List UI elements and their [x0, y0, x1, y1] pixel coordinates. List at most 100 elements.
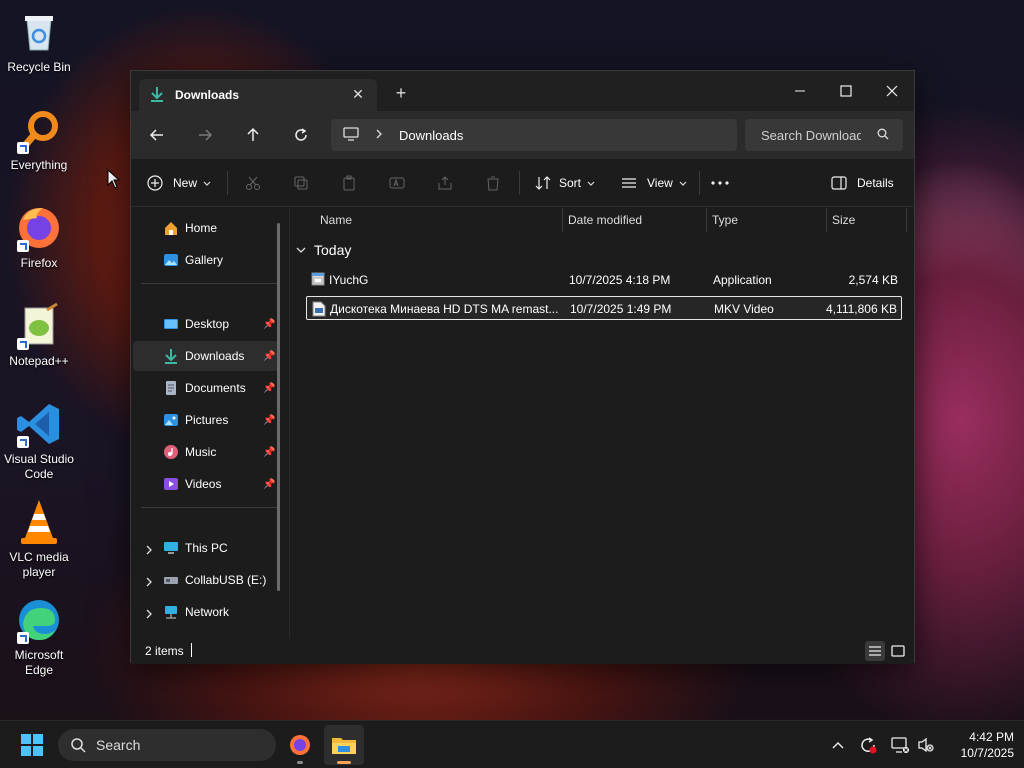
ellipsis-icon	[711, 181, 729, 185]
taskbar-firefox[interactable]	[280, 725, 320, 765]
pictures-folder-icon	[163, 412, 179, 428]
chevron-right-icon[interactable]	[145, 608, 153, 619]
notepad-plus-plus-icon	[15, 302, 63, 350]
sidebar-item-label: Pictures	[185, 413, 229, 427]
running-indicator	[337, 761, 351, 764]
taskbar-file-explorer[interactable]	[324, 725, 364, 765]
tab-downloads[interactable]: Downloads ✕	[139, 79, 377, 111]
sidebar-item-label: Documents	[185, 381, 246, 395]
column-header-date-modified[interactable]: Date modified	[568, 208, 706, 232]
sidebar-item-home[interactable]: Home	[133, 213, 279, 243]
address-bar[interactable]: Downloads	[331, 119, 737, 151]
firefox-icon	[15, 204, 63, 252]
sidebar-item-pictures[interactable]: Pictures 📌	[133, 405, 279, 435]
details-pane-button[interactable]: Details	[831, 171, 894, 195]
column-header-size[interactable]: Size	[832, 208, 902, 232]
sidebar-item-downloads[interactable]: Downloads 📌	[133, 341, 279, 371]
sidebar-item-label: CollabUSB (E:)	[185, 573, 267, 587]
sidebar-item-network[interactable]: Network	[133, 597, 279, 627]
breadcrumb-downloads[interactable]: Downloads	[399, 128, 463, 143]
sidebar-item-music[interactable]: Music 📌	[133, 437, 279, 467]
usb-drive-icon	[163, 572, 179, 588]
column-divider[interactable]	[826, 208, 827, 232]
sort-button[interactable]: Sort	[535, 171, 595, 195]
details-view-button[interactable]	[865, 641, 885, 661]
column-header-name[interactable]: Name	[320, 208, 560, 232]
view-button[interactable]: View	[621, 171, 687, 195]
column-divider[interactable]	[906, 208, 907, 232]
new-tab-button[interactable]: +	[393, 84, 409, 102]
system-clock[interactable]: 4:42 PM 10/7/2025	[940, 729, 1014, 761]
chevron-down-icon	[679, 176, 687, 190]
close-window-button[interactable]	[869, 77, 915, 105]
chevron-right-icon[interactable]	[145, 544, 153, 555]
network-status-icon[interactable]	[890, 735, 910, 755]
column-divider[interactable]	[706, 208, 707, 232]
column-divider[interactable]	[562, 208, 563, 232]
group-header-today[interactable]: Today	[296, 242, 351, 258]
show-hidden-icons-button[interactable]	[828, 735, 848, 755]
start-button[interactable]	[12, 725, 52, 765]
copy-button[interactable]	[293, 171, 309, 195]
desktop-icon-vlc[interactable]: VLC media player	[4, 498, 74, 580]
desktop-icon-edge[interactable]: Microsoft Edge	[4, 596, 74, 678]
file-row[interactable]: IYuchG 10/7/2025 4:18 PM Application 2,574 …	[306, 268, 902, 292]
command-bar: New Sort View Details	[131, 159, 914, 207]
downloads-icon	[149, 86, 165, 105]
file-row[interactable]: Дискотека Минаева HD DTS MA remast... 10/…	[306, 296, 902, 320]
gallery-icon	[163, 252, 179, 268]
sidebar-item-label: Desktop	[185, 317, 230, 331]
sidebar-item-documents[interactable]: Documents 📌	[133, 373, 279, 403]
forward-button[interactable]	[193, 123, 217, 147]
this-pc-icon	[163, 540, 179, 556]
volume-muted-icon[interactable]	[916, 735, 936, 755]
new-button[interactable]: New	[147, 171, 211, 195]
desktop-icon-recycle-bin[interactable]: Recycle Bin	[4, 8, 74, 75]
search-box[interactable]: Search Downloads	[745, 119, 903, 151]
file-size: 2,574 KB	[848, 273, 898, 287]
paste-icon	[343, 175, 355, 191]
minimize-button[interactable]	[777, 77, 823, 105]
chevron-right-icon	[375, 128, 383, 142]
desktop-icon-firefox[interactable]: Firefox	[4, 204, 74, 271]
file-size: 4,111,806 KB	[826, 302, 897, 316]
up-button[interactable]	[241, 123, 265, 147]
maximize-button[interactable]	[823, 77, 869, 105]
paste-button[interactable]	[341, 171, 357, 195]
refresh-button[interactable]	[289, 123, 313, 147]
update-status-icon[interactable]	[858, 735, 878, 755]
sidebar-item-desktop[interactable]: Desktop 📌	[133, 309, 279, 339]
shortcut-arrow-icon	[17, 632, 29, 644]
desktop-icon-label: Microsoft Edge	[14, 648, 64, 677]
more-options-button[interactable]	[711, 171, 729, 195]
tiles-view-button[interactable]	[888, 641, 908, 661]
file-name: IYuchG	[329, 273, 369, 287]
column-header-type[interactable]: Type	[712, 208, 826, 232]
clock-time: 4:42 PM	[969, 730, 1014, 744]
chevron-right-icon[interactable]	[145, 576, 153, 587]
desktop-icon-everything[interactable]: Everything	[4, 106, 74, 173]
close-tab-icon[interactable]: ✕	[351, 87, 365, 101]
desktop-icon-label: Visual Studio Code	[4, 452, 74, 481]
rename-button[interactable]	[389, 171, 405, 195]
sidebar-item-this-pc[interactable]: This PC	[133, 533, 279, 563]
pin-icon: 📌	[263, 319, 276, 330]
chevron-up-icon	[832, 742, 844, 749]
sidebar-scrollbar[interactable]	[277, 223, 280, 591]
sidebar-item-collabusb[interactable]: CollabUSB (E:)	[133, 565, 279, 595]
video-file-icon	[312, 301, 326, 320]
navigation-bar: Downloads Search Downloads	[131, 111, 914, 159]
sidebar-item-gallery[interactable]: Gallery	[133, 245, 279, 275]
cut-button[interactable]	[245, 171, 261, 195]
delete-button[interactable]	[485, 171, 501, 195]
taskbar-search[interactable]: Search	[58, 729, 276, 761]
desktop-icon-vscode[interactable]: Visual Studio Code	[4, 400, 74, 482]
share-button[interactable]	[437, 171, 453, 195]
application-icon	[311, 272, 325, 289]
back-button[interactable]	[145, 123, 169, 147]
file-explorer-icon	[332, 738, 356, 754]
monitor-icon	[343, 126, 359, 144]
sidebar-item-videos[interactable]: Videos 📌	[133, 469, 279, 499]
desktop-icon-notepad-plus-plus[interactable]: Notepad++	[4, 302, 74, 369]
navigation-pane: Home Gallery Desktop 📌 Downloads 📌 Docum…	[131, 208, 289, 638]
